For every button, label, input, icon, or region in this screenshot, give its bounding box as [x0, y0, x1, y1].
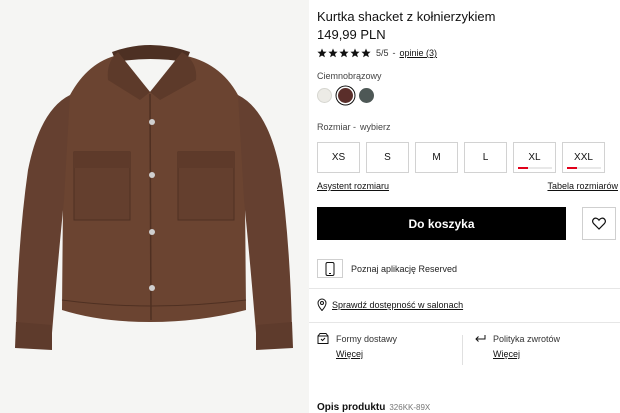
app-promo-text: Poznaj aplikację Reserved	[351, 263, 458, 274]
size-options: XS S M L XL XXL	[317, 142, 605, 173]
store-availability-link: Sprawdź dostępność w salonach	[332, 299, 464, 310]
star-icon	[350, 48, 360, 58]
info-divider	[462, 335, 463, 365]
size-option-xs[interactable]: XS	[317, 142, 360, 173]
phone-icon	[317, 259, 343, 278]
description-title: Opis produktu	[317, 402, 386, 413]
swatch-dark-green-grey[interactable]	[359, 88, 374, 103]
reviews-link[interactable]: opinie (3)	[400, 48, 438, 58]
swatch-cream[interactable]	[317, 88, 332, 103]
delivery-info: Formy dostawy Więcej	[317, 333, 397, 359]
return-arrow-icon	[475, 335, 486, 342]
size-option-label: XXL	[574, 152, 593, 163]
product-photo[interactable]	[0, 0, 309, 413]
returns-more-link[interactable]: Więcej	[493, 349, 560, 359]
store-availability[interactable]: Sprawdź dostępność w salonach	[317, 298, 463, 311]
size-option-label: M	[432, 152, 441, 163]
app-promo[interactable]: Poznaj aplikację Reserved	[317, 259, 457, 278]
size-label-text: Rozmiar -	[317, 122, 357, 132]
product-details-panel: Kurtka shacket z kołnierzykiem 149,99 PL…	[309, 0, 620, 413]
star-icon	[317, 48, 327, 58]
size-label: Rozmiar - wybierz	[317, 122, 391, 132]
size-option-label: S	[384, 152, 391, 163]
star-icon	[328, 48, 338, 58]
product-title: Kurtka shacket z kołnierzykiem	[317, 9, 496, 24]
delivery-title: Formy dostawy	[336, 333, 398, 344]
delivery-box-icon	[317, 333, 329, 344]
jacket-image	[15, 45, 293, 350]
size-option-xxl[interactable]: XXL	[562, 142, 605, 173]
rating-row: 5/5 - opinie (3)	[317, 46, 437, 60]
size-option-l[interactable]: L	[464, 142, 507, 173]
size-option-label: L	[482, 152, 489, 163]
delivery-more-link[interactable]: Więcej	[336, 349, 397, 359]
color-swatches	[317, 88, 374, 103]
product-code: 326KK-89X	[389, 403, 431, 412]
rating-stars	[317, 48, 371, 58]
product-description-header[interactable]: Opis produktu 326KK-89X	[317, 402, 430, 413]
location-pin-icon	[317, 298, 327, 311]
size-option-xl[interactable]: XL	[513, 142, 556, 173]
star-icon	[361, 48, 371, 58]
size-table-link[interactable]: Tabela rozmiarów	[547, 181, 618, 191]
star-icon	[339, 48, 349, 58]
rating-score: 5/5	[376, 48, 389, 58]
low-stock-indicator	[567, 167, 577, 169]
add-to-cart-button[interactable]: Do koszyka	[317, 207, 566, 240]
returns-title: Polityka zwrotów	[493, 333, 561, 344]
low-stock-indicator	[518, 167, 528, 169]
product-price: 149,99 PLN	[317, 27, 386, 42]
size-option-s[interactable]: S	[366, 142, 409, 173]
size-option-m[interactable]: M	[415, 142, 458, 173]
size-assistant-link[interactable]: Asystent rozmiaru	[317, 181, 389, 191]
color-name: Ciemnobrązowy	[317, 71, 382, 81]
size-selected-value: wybierz	[360, 122, 391, 132]
swatch-dark-brown[interactable]	[338, 88, 353, 103]
divider	[309, 288, 620, 289]
divider	[309, 322, 620, 323]
rating-separator: -	[392, 48, 396, 58]
wishlist-button[interactable]	[582, 207, 616, 240]
size-option-label: XL	[528, 152, 541, 163]
heart-icon	[592, 217, 606, 230]
returns-info: Polityka zwrotów Więcej	[474, 333, 560, 359]
size-option-label: XS	[331, 152, 346, 163]
